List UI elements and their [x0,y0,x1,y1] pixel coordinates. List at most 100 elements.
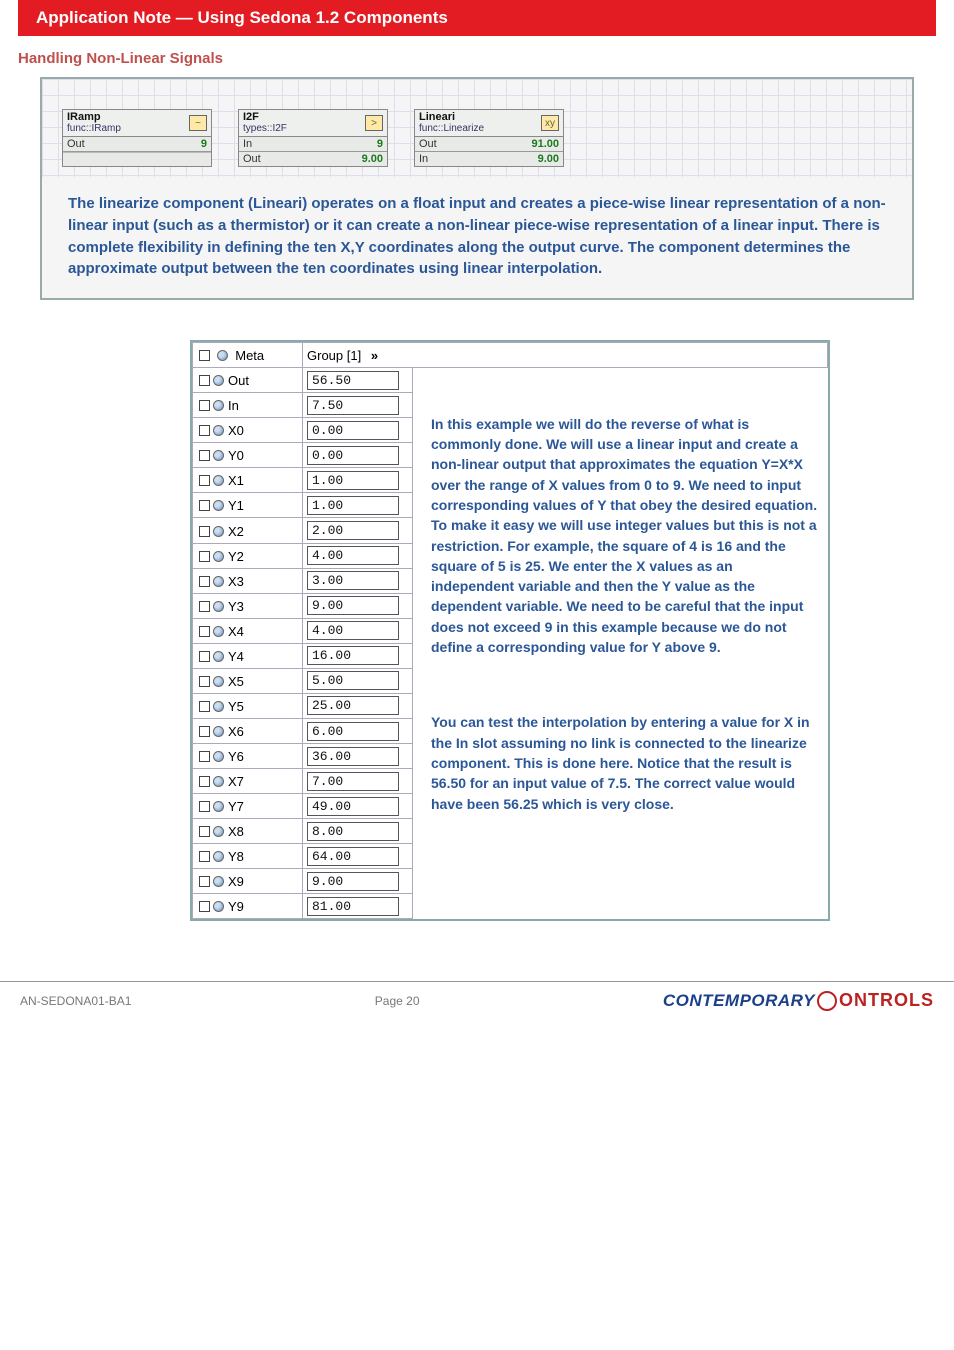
radio-icon [213,826,224,837]
slot-value[interactable]: 1.00 [307,496,399,515]
checkbox-icon[interactable] [199,651,210,662]
brand-word-a: CONTEMPORARY [663,991,815,1011]
slot-name: Y1 [228,498,244,513]
slot-value[interactable]: 2.00 [307,521,399,540]
pin-value: 9.00 [362,153,383,165]
slot-value[interactable]: 0.00 [307,421,399,440]
slot-value[interactable]: 5.00 [307,671,399,690]
slot-name: X0 [228,423,244,438]
radio-icon [213,726,224,737]
radio-icon [213,676,224,687]
slot-value[interactable]: 25.00 [307,696,399,715]
meta-label: Meta [235,348,264,363]
checkbox-icon[interactable] [199,801,210,812]
checkbox-icon[interactable] [199,751,210,762]
checkbox-icon[interactable] [199,901,210,912]
slot-name: Y4 [228,649,244,664]
pin-label: Out [67,138,85,150]
slot-name: Y3 [228,599,244,614]
slot-name: Y6 [228,749,244,764]
pin-label: In [419,153,428,165]
radio-icon [213,450,224,461]
slot-value[interactable]: 9.00 [307,872,399,891]
slot-value[interactable]: 64.00 [307,847,399,866]
block-iramp[interactable]: IRamp func::IRamp ~ Out 9 [62,109,212,167]
checkbox-icon[interactable] [199,876,210,887]
chevron-right-icon[interactable]: » [371,348,376,363]
slot-value[interactable]: 7.00 [307,772,399,791]
slot-name: In [228,398,239,413]
checkbox-icon[interactable] [199,701,210,712]
checkbox-icon[interactable] [199,551,210,562]
slot-name: Out [228,373,249,388]
slot-value[interactable]: 9.00 [307,596,399,615]
checkbox-icon[interactable] [199,576,210,587]
slot-value[interactable]: 3.00 [307,571,399,590]
pin-label: Out [243,153,261,165]
checkbox-icon[interactable] [199,526,210,537]
slot-name: X3 [228,574,244,589]
slot-value[interactable]: 0.00 [307,446,399,465]
banner-title: Application Note — Using Sedona 1.2 Comp… [36,8,448,27]
checkbox-icon[interactable] [199,826,210,837]
checkbox-icon[interactable] [199,425,210,436]
radio-icon [213,876,224,887]
checkbox-icon[interactable] [199,601,210,612]
block-lineari[interactable]: Lineari func::Linearize xy Out 91.00 In … [414,109,564,167]
wave-icon: ~ [189,115,207,131]
checkbox-icon[interactable] [199,726,210,737]
checkbox-icon[interactable] [199,676,210,687]
slot-row: X00.00In this example we will do the rev… [193,418,828,443]
block-lineari-title: Lineari [419,112,484,124]
block-iramp-subtitle: func::IRamp [67,124,121,135]
slot-row: X66.00You can test the interpolation by … [193,718,828,743]
radio-icon [213,751,224,762]
ring-icon [817,991,837,1011]
slot-name: X9 [228,874,244,889]
doc-id: AN-SEDONA01-BA1 [20,994,131,1008]
checkbox-icon[interactable] [199,626,210,637]
pin-label: In [243,138,252,150]
radio-icon [213,425,224,436]
slot-name: Y8 [228,849,244,864]
slot-name: Y2 [228,549,244,564]
slot-value[interactable]: 16.00 [307,646,399,665]
convert-icon: > [365,115,383,131]
page-banner: Application Note — Using Sedona 1.2 Comp… [18,0,936,36]
slot-value[interactable]: 56.50 [307,371,399,390]
property-sheet: Meta Group [1] » Out56.50In7.50X00.00In … [190,340,830,921]
checkbox-icon[interactable] [199,400,210,411]
radio-icon [213,551,224,562]
slot-value[interactable]: 81.00 [307,897,399,916]
sheet-header-row: Meta Group [1] » [193,343,828,368]
slot-value[interactable]: 8.00 [307,822,399,841]
slot-value[interactable]: 7.50 [307,396,399,415]
wire-diagram: IRamp func::IRamp ~ Out 9 I2F types::I2F [40,77,914,300]
slot-name: Y5 [228,699,244,714]
block-i2f-title: I2F [243,112,287,124]
checkbox-icon[interactable] [199,776,210,787]
slot-value[interactable]: 4.00 [307,546,399,565]
diagram-caption: The linearize component (Lineari) operat… [42,177,912,298]
section-heading: Handling Non-Linear Signals [18,50,954,67]
radio-icon [213,651,224,662]
slot-value[interactable]: 4.00 [307,621,399,640]
checkbox-icon[interactable] [199,500,210,511]
slot-name: X8 [228,824,244,839]
radio-icon [217,350,228,361]
radio-icon [213,400,224,411]
checkbox-icon[interactable] [199,851,210,862]
checkbox-icon[interactable] [199,350,210,361]
block-i2f[interactable]: I2F types::I2F > In 9 Out 9.00 [238,109,388,167]
radio-icon [213,526,224,537]
page-footer: AN-SEDONA01-BA1 Page 20 CONTEMPORARY ONT… [0,981,954,1025]
checkbox-icon[interactable] [199,475,210,486]
slot-value[interactable]: 6.00 [307,722,399,741]
block-iramp-title: IRamp [67,112,121,124]
explain-paragraph-2: You can test the interpolation by enteri… [431,712,818,813]
slot-value[interactable]: 36.00 [307,747,399,766]
slot-value[interactable]: 1.00 [307,471,399,490]
checkbox-icon[interactable] [199,450,210,461]
slot-value[interactable]: 49.00 [307,797,399,816]
checkbox-icon[interactable] [199,375,210,386]
